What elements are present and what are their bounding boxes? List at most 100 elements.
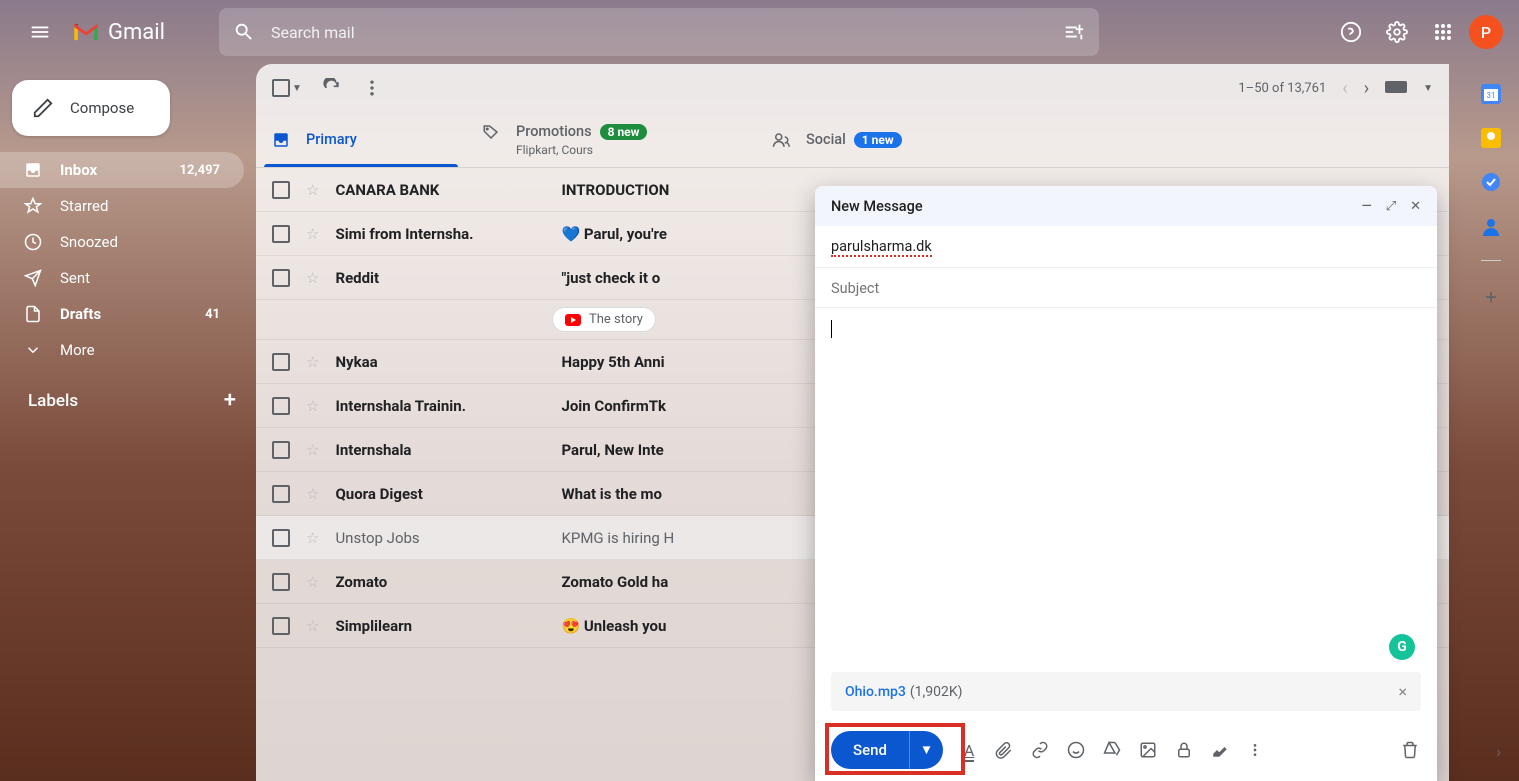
- mail-sender: Simi from Internsha.: [335, 225, 545, 243]
- mail-checkbox[interactable]: [272, 397, 290, 415]
- sidebar-item-more[interactable]: More: [0, 332, 244, 368]
- mail-checkbox[interactable]: [272, 353, 290, 371]
- search-input[interactable]: [271, 23, 1047, 42]
- promotions-badge: 8 new: [600, 124, 648, 140]
- compose-header[interactable]: New Message — ⤢ ✕: [815, 186, 1437, 226]
- attach-button[interactable]: [995, 741, 1015, 759]
- star-button[interactable]: ☆: [306, 225, 319, 243]
- avatar[interactable]: P: [1469, 15, 1503, 49]
- social-badge: 1 new: [854, 132, 902, 148]
- more-options-button[interactable]: [1247, 742, 1267, 758]
- emoji-button[interactable]: [1067, 741, 1087, 759]
- mail-sender: Unstop Jobs: [335, 529, 545, 547]
- file-icon: [24, 305, 42, 323]
- mail-checkbox[interactable]: [272, 529, 290, 547]
- select-all-checkbox[interactable]: [272, 79, 290, 97]
- link-button[interactable]: [1031, 741, 1051, 759]
- prev-page-button[interactable]: ‹: [1342, 78, 1347, 99]
- tasks-app-button[interactable]: [1481, 172, 1501, 192]
- star-button[interactable]: ☆: [306, 441, 319, 459]
- mail-checkbox[interactable]: [272, 485, 290, 503]
- close-button[interactable]: ✕: [1410, 199, 1421, 214]
- star-button[interactable]: ☆: [306, 573, 319, 591]
- star-button[interactable]: ☆: [306, 397, 319, 415]
- compose-subject-input[interactable]: [831, 280, 1421, 297]
- promotions-preview: Flipkart, Cours: [516, 143, 593, 157]
- formatting-button[interactable]: A: [959, 741, 979, 760]
- select-dropdown[interactable]: ▼: [292, 83, 302, 94]
- pencil-icon: [32, 97, 54, 119]
- star-button[interactable]: ☆: [306, 353, 319, 371]
- text-cursor: [831, 320, 832, 338]
- star-button[interactable]: ☆: [306, 269, 319, 287]
- sidebar-item-starred[interactable]: Starred: [0, 188, 244, 224]
- calendar-app-button[interactable]: 31: [1481, 84, 1501, 104]
- addons-button[interactable]: +: [1481, 285, 1501, 305]
- app-header: Gmail P: [0, 0, 1519, 64]
- remove-attachment-button[interactable]: ×: [1398, 682, 1407, 701]
- mail-checkbox[interactable]: [272, 441, 290, 459]
- sidebar-item-sent[interactable]: Sent: [0, 260, 244, 296]
- compose-title: New Message: [831, 198, 923, 215]
- compose-button[interactable]: Compose: [12, 80, 170, 136]
- pagination-text: 1–50 of 13,761: [1238, 81, 1326, 96]
- hamburger-icon: [29, 21, 51, 43]
- input-tools-button[interactable]: [1385, 81, 1407, 95]
- drive-button[interactable]: [1103, 741, 1123, 759]
- signature-button[interactable]: [1211, 741, 1231, 759]
- mail-checkbox[interactable]: [272, 269, 290, 287]
- apps-button[interactable]: [1423, 12, 1463, 52]
- tab-primary-label: Primary: [306, 131, 357, 148]
- add-label-button[interactable]: +: [224, 388, 236, 413]
- star-button[interactable]: ☆: [306, 617, 319, 635]
- search-icon: [233, 21, 255, 43]
- sidebar-item-drafts[interactable]: Drafts41: [0, 296, 244, 332]
- send-button[interactable]: Send: [831, 731, 909, 769]
- compose-to-value: parulsharma.dk: [831, 238, 932, 257]
- compose-attachment[interactable]: Ohio.mp3 (1,902K) ×: [831, 672, 1421, 711]
- help-icon: [1340, 21, 1362, 43]
- confidential-button[interactable]: [1175, 741, 1195, 759]
- mail-sender: CANARA BANK: [335, 181, 545, 199]
- side-panel-toggle[interactable]: ›: [1496, 742, 1501, 761]
- mail-checkbox[interactable]: [272, 617, 290, 635]
- main-menu-button[interactable]: [16, 8, 64, 56]
- mail-checkbox[interactable]: [272, 181, 290, 199]
- image-button[interactable]: [1139, 741, 1159, 759]
- sidebar-item-snoozed[interactable]: Snoozed: [0, 224, 244, 260]
- tab-promotions[interactable]: Promotions 8 new Flipkart, Cours: [466, 112, 756, 167]
- discard-button[interactable]: [1401, 741, 1421, 759]
- more-button[interactable]: [362, 78, 382, 98]
- mail-sender: Quora Digest: [335, 485, 545, 503]
- sidebar-item-inbox[interactable]: Inbox12,497: [0, 152, 244, 188]
- tab-primary[interactable]: Primary: [256, 112, 466, 167]
- fullscreen-button[interactable]: ⤢: [1386, 199, 1396, 214]
- compose-to-field[interactable]: parulsharma.dk: [815, 226, 1437, 268]
- compose-body[interactable]: G: [815, 308, 1437, 672]
- gmail-logo[interactable]: Gmail: [72, 20, 165, 45]
- youtube-icon: [565, 314, 581, 326]
- contacts-app-button[interactable]: [1481, 216, 1501, 236]
- mail-checkbox[interactable]: [272, 573, 290, 591]
- minimize-button[interactable]: —: [1362, 199, 1372, 214]
- mail-sender: Nykaa: [335, 353, 545, 371]
- nav-label: Inbox: [60, 161, 97, 179]
- grammarly-icon[interactable]: G: [1389, 634, 1415, 660]
- attachment-chip[interactable]: The story: [552, 307, 656, 332]
- next-page-button[interactable]: ›: [1364, 78, 1369, 99]
- star-button[interactable]: ☆: [306, 529, 319, 547]
- settings-button[interactable]: [1377, 12, 1417, 52]
- tab-social-label: Social: [806, 131, 846, 148]
- tab-social[interactable]: Social 1 new: [756, 112, 966, 167]
- star-button[interactable]: ☆: [306, 181, 319, 199]
- support-button[interactable]: [1331, 12, 1371, 52]
- tune-icon[interactable]: [1063, 21, 1085, 43]
- keep-app-button[interactable]: [1481, 128, 1501, 148]
- star-button[interactable]: ☆: [306, 485, 319, 503]
- nav-label: Drafts: [60, 305, 101, 323]
- send-options-button[interactable]: ▼: [909, 731, 943, 769]
- refresh-button[interactable]: [322, 78, 342, 98]
- input-tools-dropdown[interactable]: ▼: [1423, 83, 1433, 94]
- search-box[interactable]: [219, 8, 1099, 56]
- mail-checkbox[interactable]: [272, 225, 290, 243]
